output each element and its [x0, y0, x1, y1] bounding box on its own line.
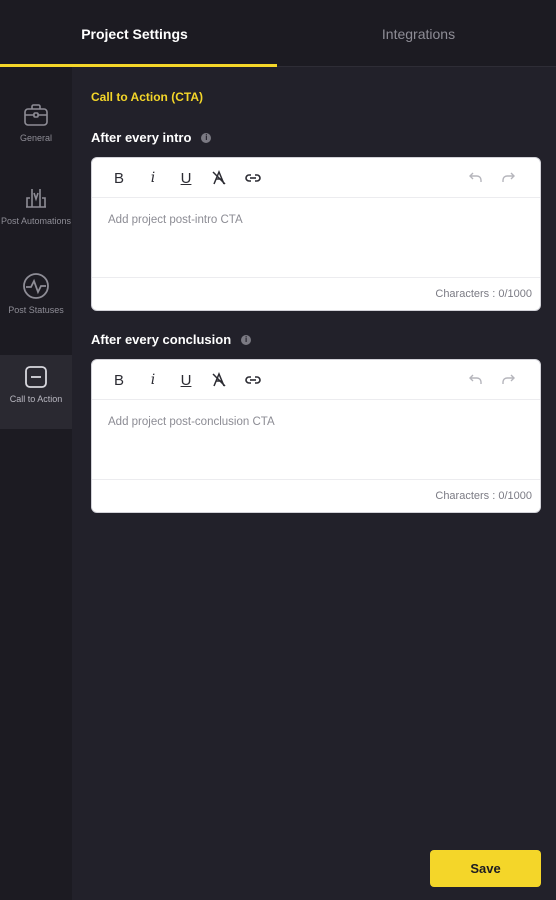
info-icon[interactable]: i [241, 334, 252, 345]
sidebar-item-label: Post Statuses [8, 305, 64, 315]
save-button[interactable]: Save [430, 850, 541, 887]
link-icon [245, 174, 261, 182]
sidebar-item-label: Call to Action [9, 394, 63, 404]
conclusion-character-count: Characters : 0/1000 [435, 490, 532, 502]
intro-field-label: After every intro i [91, 130, 212, 145]
top-tab-bar: Project Settings Integrations [0, 0, 556, 67]
intro-text-area[interactable] [92, 199, 540, 277]
cta-icon [25, 366, 47, 388]
redo-button[interactable] [498, 369, 520, 391]
italic-button[interactable]: i [142, 369, 164, 391]
clear-format-icon [212, 170, 226, 185]
editor-toolbar: B i U [92, 360, 540, 400]
sidebar: General Post Automations Post Statuses C… [0, 67, 72, 900]
tab-project-settings[interactable]: Project Settings [72, 0, 277, 67]
briefcase-icon [24, 104, 48, 126]
sidebar-item-label: General [19, 133, 53, 143]
sidebar-item-post-statuses[interactable]: Post Statuses [0, 272, 72, 352]
conclusion-field-label: After every conclusion i [91, 332, 252, 347]
editor-footer-divider [92, 277, 540, 278]
activity-icon [23, 273, 49, 299]
clear-format-button[interactable] [208, 167, 230, 189]
redo-button[interactable] [498, 167, 520, 189]
tab-project-settings-label: Project Settings [81, 25, 188, 42]
sidebar-item-call-to-action[interactable]: Call to Action [0, 355, 72, 429]
sidebar-item-general[interactable]: General [0, 102, 72, 162]
undo-icon [469, 374, 482, 384]
clear-format-icon [212, 372, 226, 387]
bold-button[interactable]: B [108, 369, 130, 391]
conclusion-text-area[interactable] [92, 401, 540, 479]
editor-toolbar: B i U [92, 158, 540, 198]
automation-icon [26, 189, 46, 208]
info-icon[interactable]: i [201, 132, 212, 143]
conclusion-label-text: After every conclusion [91, 332, 232, 347]
section-title: Call to Action (CTA) [91, 90, 203, 104]
redo-icon [502, 172, 515, 182]
intro-cta-editor: B i U Add project post-intro CTA Charact… [91, 157, 541, 311]
link-button[interactable] [242, 369, 264, 391]
underline-button[interactable]: U [175, 167, 197, 189]
undo-button[interactable] [464, 167, 486, 189]
clear-format-button[interactable] [208, 369, 230, 391]
tab-integrations-label: Integrations [381, 25, 456, 42]
underline-button[interactable]: U [175, 369, 197, 391]
sidebar-item-label: Post Automations [0, 216, 72, 226]
conclusion-cta-editor: B i U Add project post-conclusion CTA Ch… [91, 359, 541, 513]
editor-footer-divider [92, 479, 540, 480]
intro-label-text: After every intro [91, 130, 192, 145]
undo-icon [469, 172, 482, 182]
sidebar-item-post-automations[interactable]: Post Automations [0, 185, 72, 255]
italic-button[interactable]: i [142, 167, 164, 189]
tab-integrations[interactable]: Integrations [316, 0, 521, 67]
link-icon [245, 376, 261, 384]
undo-button[interactable] [464, 369, 486, 391]
link-button[interactable] [242, 167, 264, 189]
intro-character-count: Characters : 0/1000 [435, 288, 532, 300]
redo-icon [502, 374, 515, 384]
bold-button[interactable]: B [108, 167, 130, 189]
